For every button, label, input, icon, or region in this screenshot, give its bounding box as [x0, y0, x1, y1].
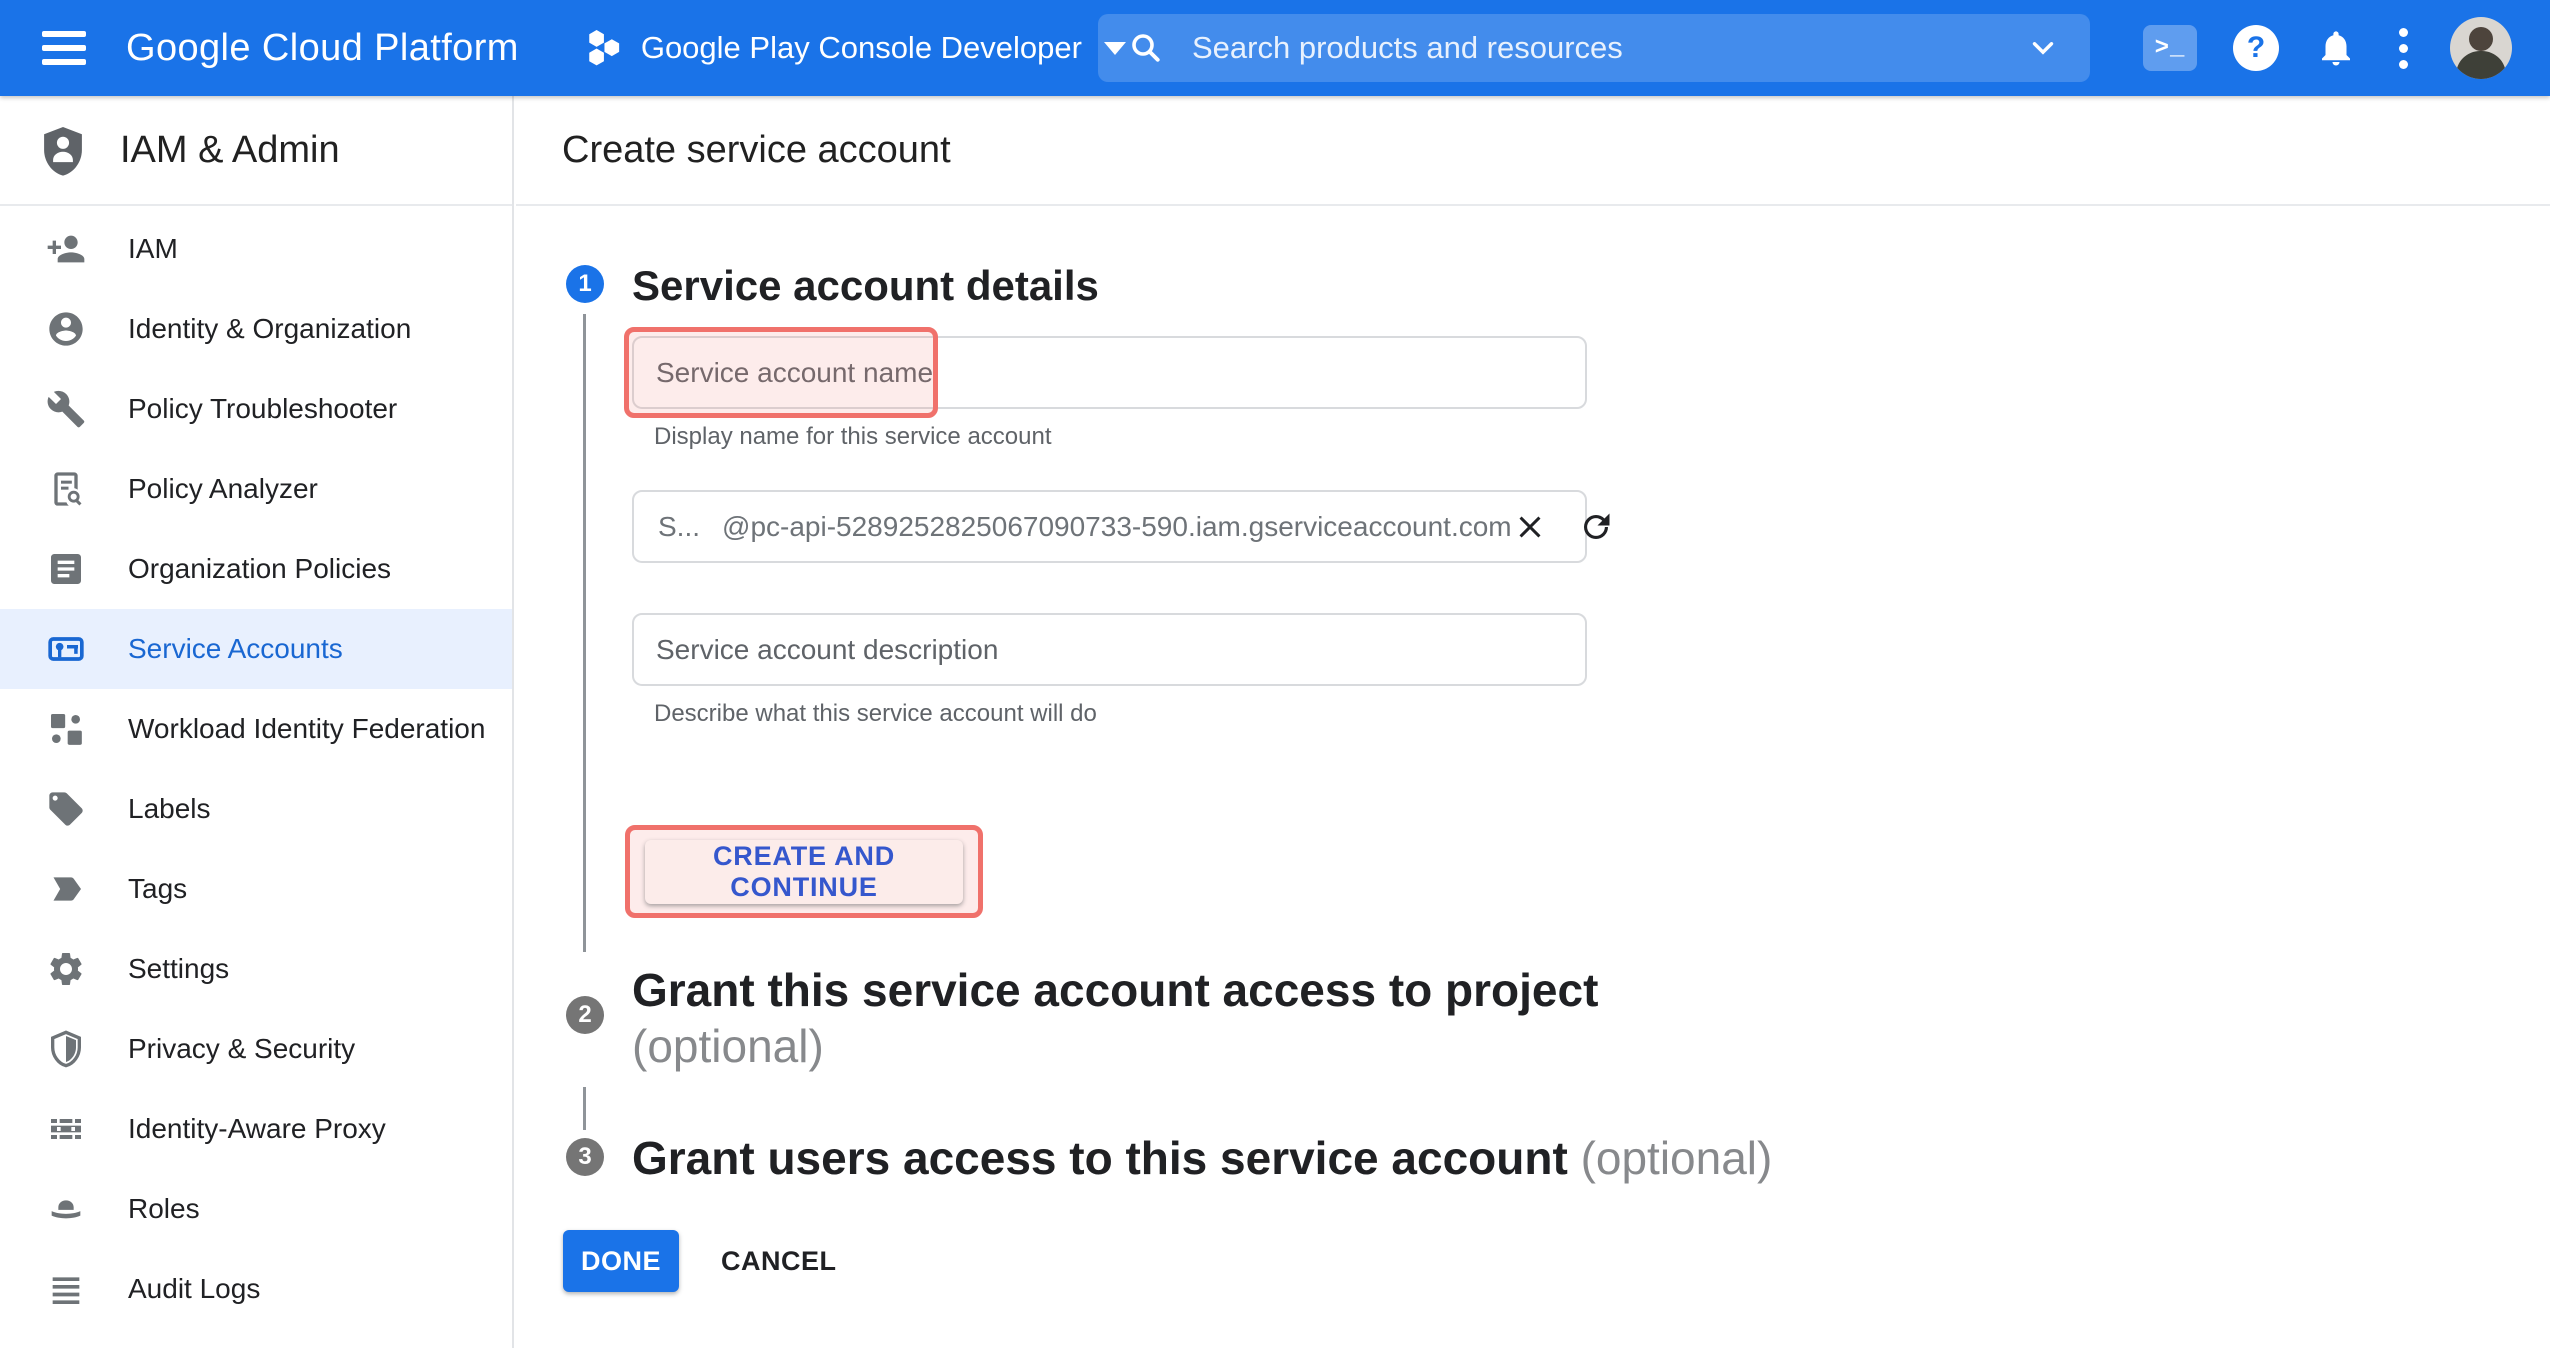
shapes-icon — [46, 709, 86, 749]
page-title: Create service account — [562, 129, 951, 172]
sidebar-nav: IAM Identity & Organization Policy Troub… — [0, 206, 512, 1329]
sidebar-item-workload-identity-federation[interactable]: Workload Identity Federation — [0, 689, 512, 769]
person-add-icon — [46, 229, 86, 269]
cancel-button[interactable]: CANCEL — [721, 1230, 837, 1292]
step-1-title: Service account details — [632, 258, 1099, 314]
project-hexagons-icon — [581, 26, 625, 70]
sidebar-item-audit-logs[interactable]: Audit Logs — [0, 1249, 512, 1329]
step-2-title[interactable]: Grant this service account access to pro… — [632, 962, 1598, 1074]
sidebar-item-service-accounts[interactable]: Service Accounts — [0, 609, 512, 689]
description-field-helper: Describe what this service account will … — [654, 700, 1097, 728]
sidebar-item-labels[interactable]: Labels — [0, 769, 512, 849]
service-account-description-input[interactable] — [632, 613, 1587, 686]
key-icon — [46, 629, 86, 669]
sidebar-item-policy-analyzer[interactable]: Policy Analyzer — [0, 449, 512, 529]
search-chevron-down-icon[interactable] — [2026, 31, 2060, 65]
id-domain-suffix: @pc-api-5289252825067090733-590.iam.gser… — [722, 511, 1512, 543]
wrench-icon — [46, 389, 86, 429]
proxy-wall-icon — [46, 1109, 86, 1149]
create-service-account-form: 1 Service account details Display name f… — [516, 208, 2550, 1348]
sidebar-item-policy-troubleshooter[interactable]: Policy Troubleshooter — [0, 369, 512, 449]
step-3-title[interactable]: Grant users access to this service accou… — [632, 1130, 1772, 1186]
annotation-box-name-field — [624, 327, 938, 418]
sidebar: IAM & Admin IAM Identity & Organization … — [0, 96, 514, 1348]
sidebar-item-identity-organization[interactable]: Identity & Organization — [0, 289, 512, 369]
user-avatar[interactable] — [2450, 17, 2512, 79]
list-lines-icon — [46, 1269, 86, 1309]
article-icon — [46, 549, 86, 589]
step-3-badge: 3 — [566, 1138, 604, 1176]
document-search-icon — [46, 469, 86, 509]
done-button[interactable]: DONE — [563, 1230, 679, 1292]
search-icon — [1128, 30, 1164, 66]
sidebar-item-organization-policies[interactable]: Organization Policies — [0, 529, 512, 609]
label-important-icon — [46, 869, 86, 909]
step-connector-line — [583, 314, 586, 952]
sidebar-item-identity-aware-proxy[interactable]: Identity-Aware Proxy — [0, 1089, 512, 1169]
gcp-console-screen: Google Cloud Platform Google Play Consol… — [0, 0, 2550, 1348]
clear-icon[interactable] — [1512, 509, 1548, 545]
account-circle-icon — [46, 309, 86, 349]
name-field-helper: Display name for this service account — [654, 423, 1052, 451]
create-and-continue-button[interactable]: CREATE AND CONTINUE — [645, 840, 963, 904]
step-3-optional-label: (optional) — [1581, 1132, 1773, 1184]
topbar: Google Cloud Platform Google Play Consol… — [0, 0, 2550, 96]
product-logo[interactable]: Google Cloud Platform — [126, 27, 519, 70]
cloud-shell-icon[interactable]: >_ — [2143, 25, 2197, 71]
help-icon[interactable]: ? — [2233, 25, 2279, 71]
iam-admin-shield-icon — [36, 123, 90, 177]
id-prefix: S... — [658, 511, 700, 543]
gear-icon — [46, 949, 86, 989]
main-content: Create service account 1 Service account… — [516, 96, 2550, 1348]
step-1-badge: 1 — [566, 265, 604, 303]
step-connector-line-2 — [583, 1087, 586, 1130]
sidebar-header: IAM & Admin — [0, 96, 512, 206]
sidebar-item-iam[interactable]: IAM — [0, 209, 512, 289]
sidebar-item-roles[interactable]: Roles — [0, 1169, 512, 1249]
project-selector[interactable]: Google Play Console Developer — [581, 26, 1126, 70]
shield-icon — [46, 1029, 86, 1069]
menu-icon[interactable] — [42, 31, 86, 65]
project-name: Google Play Console Developer — [641, 30, 1082, 66]
hat-icon — [46, 1189, 86, 1229]
more-options-icon[interactable] — [2393, 22, 2414, 75]
refresh-icon[interactable] — [1578, 509, 1614, 545]
step-2-badge: 2 — [566, 996, 604, 1034]
annotation-box-create-button: CREATE AND CONTINUE — [625, 825, 983, 918]
service-account-id-field[interactable]: S... @pc-api-5289252825067090733-590.iam… — [632, 490, 1587, 563]
step-2-optional-label: (optional) — [632, 1020, 824, 1072]
search-placeholder: Search products and resources — [1192, 30, 2026, 66]
sidebar-item-privacy-security[interactable]: Privacy & Security — [0, 1009, 512, 1089]
notifications-bell-icon[interactable] — [2315, 27, 2357, 69]
tag-icon — [46, 789, 86, 829]
sidebar-item-settings[interactable]: Settings — [0, 929, 512, 1009]
sidebar-item-tags[interactable]: Tags — [0, 849, 512, 929]
page-header: Create service account — [516, 96, 2550, 206]
search-input[interactable]: Search products and resources — [1098, 14, 2090, 82]
sidebar-title: IAM & Admin — [120, 129, 340, 172]
topbar-actions: >_ ? — [2143, 0, 2512, 96]
